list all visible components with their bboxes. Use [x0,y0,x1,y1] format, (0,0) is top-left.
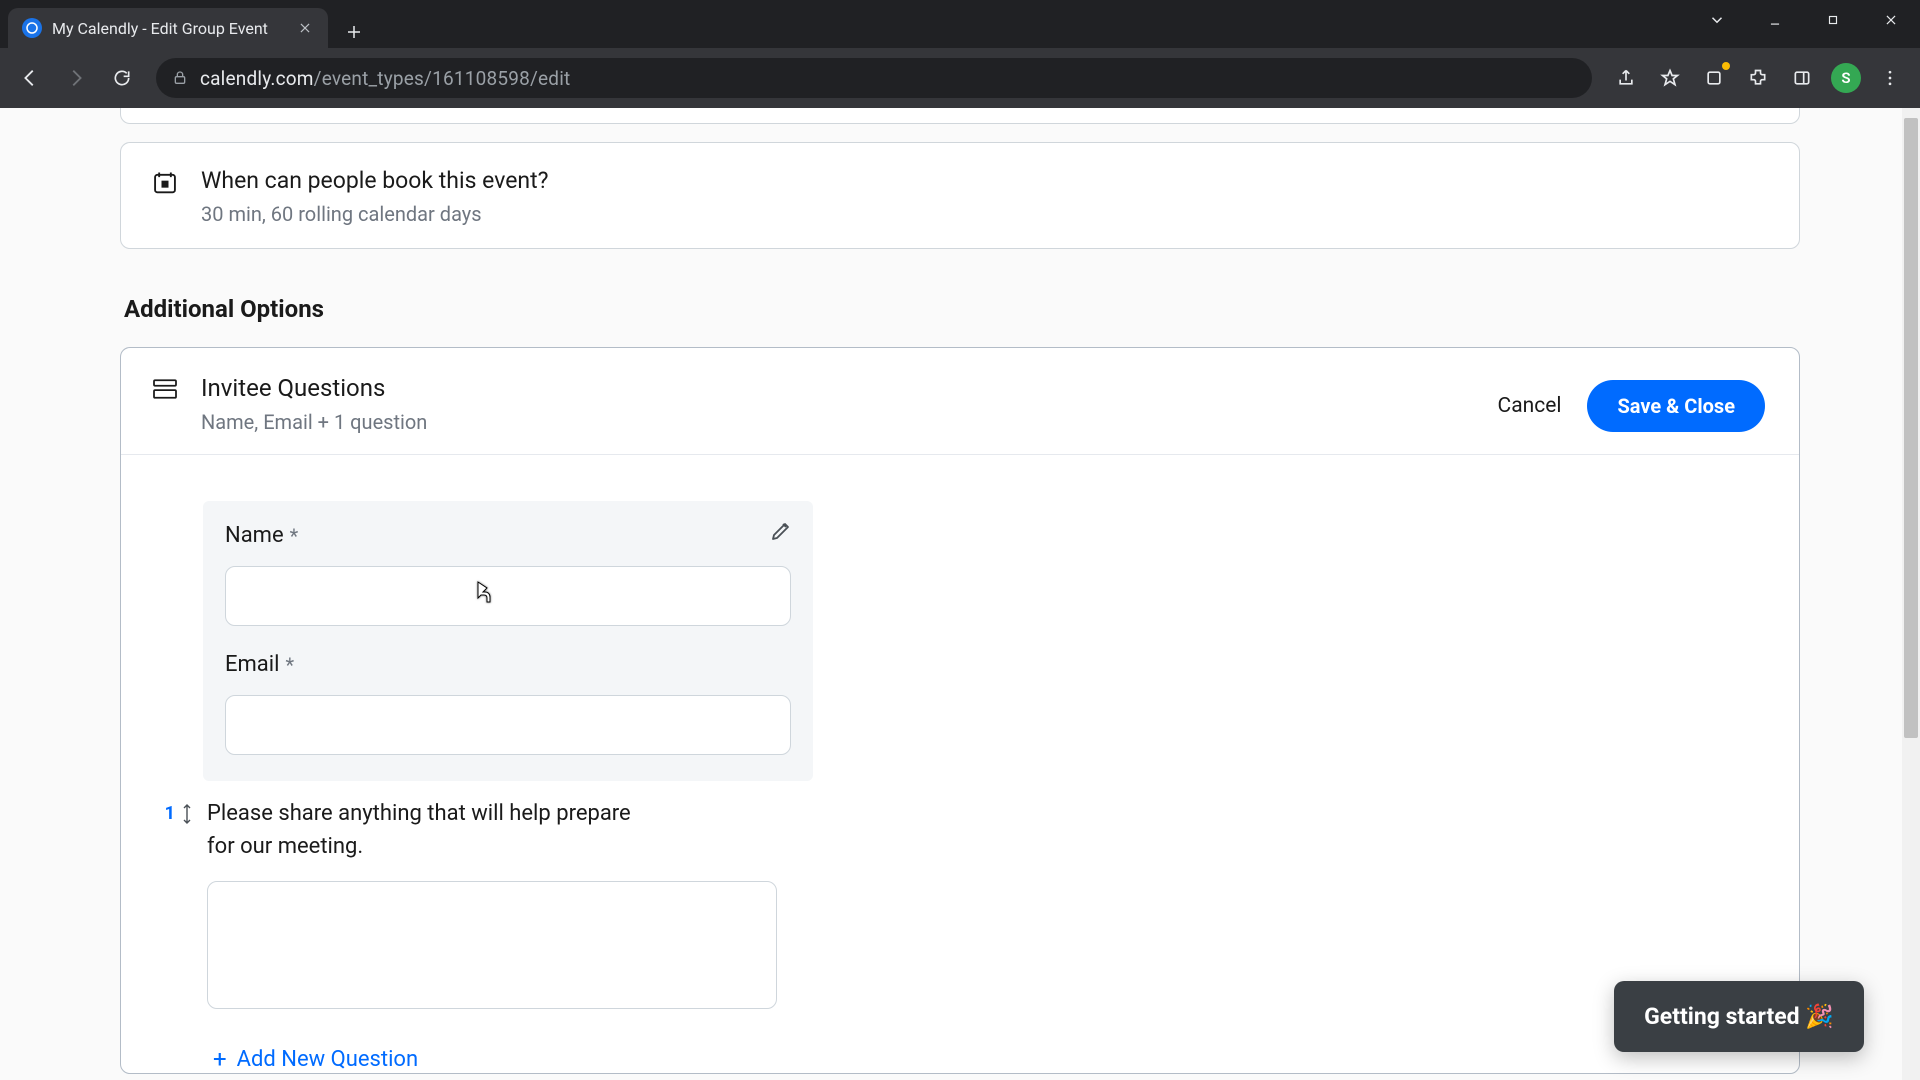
kebab-menu-icon[interactable] [1870,58,1910,98]
lock-icon [172,70,188,86]
invitee-card-body: Name * Email * 1 [121,455,1799,1073]
section-heading-additional-options: Additional Options [124,295,1800,323]
question-name-label: Name * [225,523,791,548]
drag-handle-icon[interactable] [181,804,193,824]
email-label-text: Email [225,652,279,677]
avatar-initial: S [1831,63,1861,93]
getting-started-pill[interactable]: Getting started 🎉 [1614,981,1864,1052]
form-icon [151,378,179,400]
browser-toolbar: calendly.com/event_types/161108598/edit … [0,48,1920,108]
fixed-questions-block: Name * Email * [203,501,813,781]
save-and-close-button[interactable]: Save & Close [1587,380,1765,432]
custom-question-row[interactable]: 1 Please share anything that will help p… [155,797,815,1009]
question-index-number: 1 [165,803,175,824]
extensions-puzzle-icon[interactable] [1738,58,1778,98]
page-viewport: When can people book this event? 30 min,… [0,108,1920,1080]
nav-reload-icon[interactable] [102,58,142,98]
calendar-icon [151,169,179,197]
window-maximize-icon[interactable] [1804,0,1862,40]
name-required-asterisk: * [290,524,299,548]
vertical-scrollbar[interactable] [1902,108,1920,1080]
name-input[interactable] [225,566,791,626]
email-input[interactable] [225,695,791,755]
scheduling-card-subtitle: 30 min, 60 rolling calendar days [201,202,548,226]
scheduling-card[interactable]: When can people book this event? 30 min,… [120,142,1800,249]
question-name-group: Name * [225,523,791,626]
calendly-favicon [22,18,42,38]
browser-titlebar: My Calendly - Edit Group Event [0,0,1920,48]
address-bar[interactable]: calendly.com/event_types/161108598/edit [156,58,1592,98]
custom-question-prompt: Please share anything that will help pre… [207,797,637,863]
scheduling-card-title: When can people book this event? [201,167,548,194]
tab-strip: My Calendly - Edit Group Event [0,0,370,48]
tab-title: My Calendly - Edit Group Event [52,19,286,38]
page-content: When can people book this event? 30 min,… [120,108,1800,1074]
bookmark-star-icon[interactable] [1650,58,1690,98]
extension-badge-icon[interactable] [1694,58,1734,98]
edit-pencil-icon[interactable] [769,519,793,547]
add-new-question-button[interactable]: + Add New Question [213,1045,1759,1073]
cancel-button[interactable]: Cancel [1498,394,1562,418]
invitee-card-header: Invitee Questions Name, Email + 1 questi… [121,348,1799,455]
question-index: 1 [155,797,193,824]
plus-icon: + [213,1045,227,1073]
new-tab-button[interactable] [338,16,370,48]
url-path: /event_types/161108598/edit [314,67,571,90]
window-close-icon[interactable] [1862,0,1920,40]
question-email-label: Email * [225,652,791,677]
window-minimize-icon[interactable] [1746,0,1804,40]
invitee-questions-subtitle: Name, Email + 1 question [201,410,427,434]
sidepanel-icon[interactable] [1782,58,1822,98]
invitee-questions-title: Invitee Questions [201,374,427,402]
add-new-question-label: Add New Question [237,1047,419,1072]
url-text: calendly.com/event_types/161108598/edit [200,67,570,90]
profile-avatar[interactable]: S [1826,58,1866,98]
scrollbar-thumb[interactable] [1904,118,1918,738]
getting-started-label: Getting started 🎉 [1644,1003,1834,1030]
window-controls [1688,0,1920,40]
nav-back-icon[interactable] [10,58,50,98]
tab-close-icon[interactable] [296,19,314,37]
invitee-questions-card: Invitee Questions Name, Email + 1 questi… [120,347,1800,1074]
share-icon[interactable] [1606,58,1646,98]
url-host: calendly.com [200,67,314,90]
nav-forward-icon [56,58,96,98]
email-required-asterisk: * [285,653,294,677]
tab-search-icon[interactable] [1688,0,1746,40]
browser-tab-active[interactable]: My Calendly - Edit Group Event [8,8,328,48]
prev-card-clipped[interactable] [120,108,1800,124]
question-email-group: Email * [225,652,791,755]
custom-question-textarea[interactable] [207,881,777,1009]
name-label-text: Name [225,523,284,548]
